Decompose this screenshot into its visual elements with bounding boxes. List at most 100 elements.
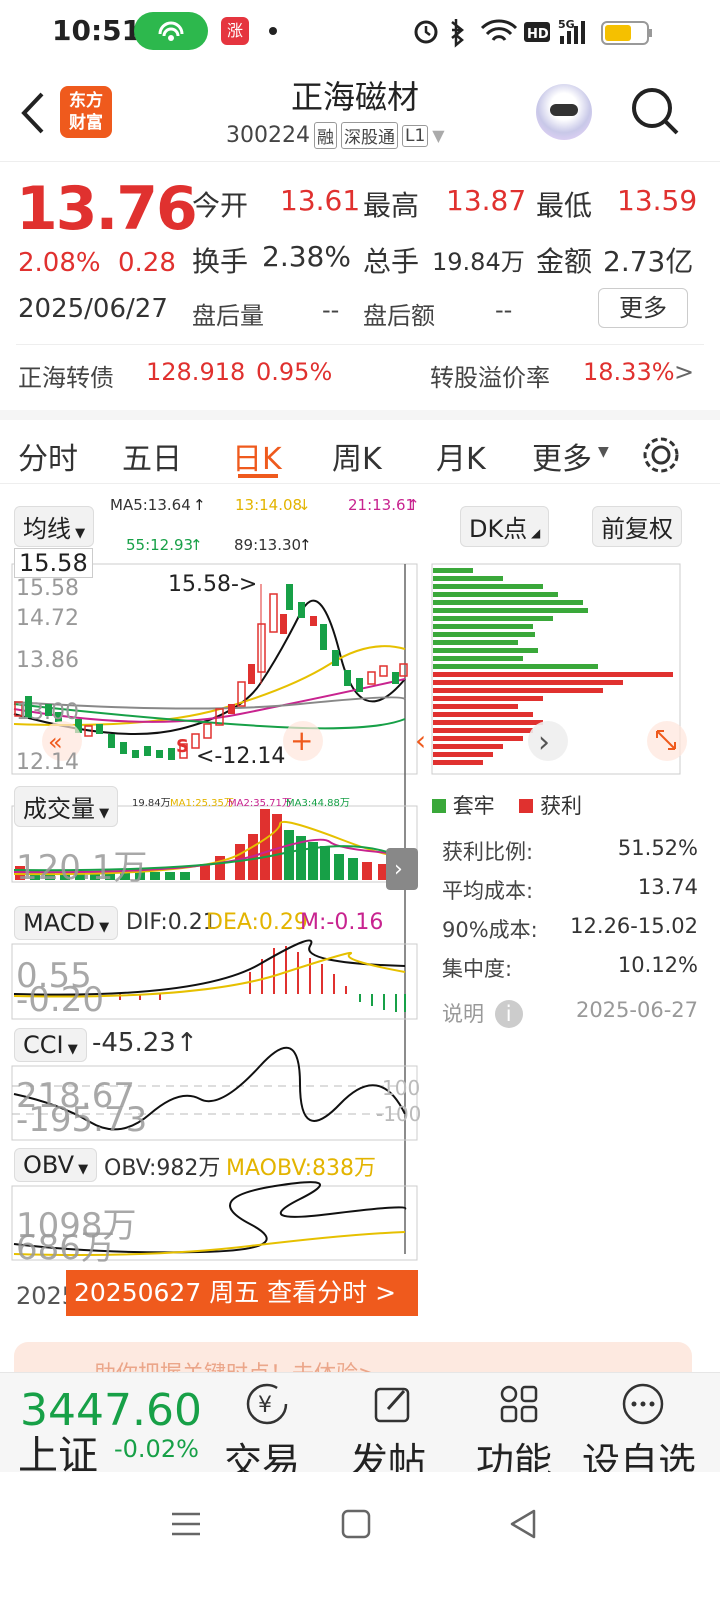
ma13-arrow: ↓ <box>298 496 311 514</box>
promo-banner[interactable]: 助你把握关键时点！去体验> <box>14 1342 692 1372</box>
macd-axis-bottom: -0.20 <box>16 980 104 1020</box>
high-value: 13.87 <box>446 184 527 217</box>
legend-trapped: 套牢 <box>452 794 495 818</box>
macd-select[interactable]: MACD ▼ <box>14 906 119 940</box>
bond-change: 0.95% <box>256 358 333 386</box>
bond-price: 128.918 <box>146 358 246 386</box>
open-value: 13.61 <box>280 184 361 217</box>
svg-text:‹: ‹ <box>415 724 426 757</box>
chip-value: 51.52% <box>617 836 698 860</box>
tab-monthly-k[interactable]: 月K <box>436 434 486 478</box>
volume-select[interactable]: 成交量 ▼ <box>14 786 119 827</box>
nav-add-watchlist[interactable]: 设自选 <box>580 1373 710 1472</box>
svg-text:+: + <box>290 724 313 757</box>
app-notification-icon: 涨 <box>221 17 249 45</box>
y-label-3: 13.86 <box>16 648 79 673</box>
info-icon: i <box>494 1000 523 1028</box>
tab-5day[interactable]: 五日 <box>122 434 182 478</box>
macd-m: M:-0.16 <box>300 910 384 935</box>
high-annotation: 15.58-> <box>168 572 258 597</box>
last-price: 13.76 <box>16 174 198 244</box>
chip-label: 平均成本: <box>442 879 534 903</box>
tab-intraday[interactable]: 分时 <box>18 434 78 478</box>
grid-icon <box>500 1385 538 1423</box>
trade-label: 交易 <box>224 1440 301 1472</box>
cci-100: 100 <box>382 1076 421 1100</box>
cci-value: -45.23 <box>92 1028 176 1058</box>
macd-dea: DEA:0.29 <box>206 910 308 935</box>
tab-underline <box>238 474 278 478</box>
turnover-label: 换手 <box>192 245 249 278</box>
back-icon[interactable] <box>16 90 48 136</box>
stock-code-row[interactable]: 300224 融 深股通 L1 ▼ <box>226 122 445 149</box>
stock-code: 300224 <box>226 123 310 148</box>
chip-value: 13.74 <box>637 875 698 899</box>
chip-row-90-cost: 90%成本: 12.26-15.02 <box>442 914 698 944</box>
ma5-label: MA5:13.64 <box>110 496 191 514</box>
nav-trade[interactable]: ¥ 交易 <box>222 1373 312 1472</box>
obv-select[interactable]: OBV ▼ <box>14 1148 98 1182</box>
ma5-arrow: ↑ <box>193 496 206 514</box>
ma21-label: 21:13.61 <box>348 496 416 514</box>
obv-select-label: OBV <box>23 1151 75 1179</box>
robot-avatar-icon[interactable] <box>536 84 592 140</box>
more-button[interactable]: 更多 <box>598 288 688 328</box>
chip-row-profit-ratio: 获利比例: 51.52% <box>442 836 698 866</box>
post-label: 发帖 <box>350 1440 427 1472</box>
svg-text:HD: HD <box>527 27 549 42</box>
maobv-value: MAOBV:838万 <box>226 1156 377 1181</box>
vol-ma2: MA2:35.71万 <box>228 798 292 809</box>
system-icons: HD 5G <box>414 18 652 48</box>
amount-value: 2.73亿 <box>603 245 694 278</box>
status-bar: 10:51 涨 HD 5G <box>0 0 720 62</box>
back-nav-icon[interactable] <box>506 1506 542 1542</box>
gear-icon[interactable] <box>640 434 682 476</box>
cci-minus100: -100 <box>376 1102 422 1126</box>
open-label: 今开 <box>192 189 249 222</box>
chip-value: 12.26-15.02 <box>570 914 698 938</box>
dk-point-select[interactable]: DK点 ◢ <box>460 506 550 547</box>
chip-row-concentration: 集中度: 10.12% <box>442 953 698 983</box>
menu-icon[interactable] <box>168 1506 204 1542</box>
ma55-label: 55:12.93 <box>126 536 194 554</box>
bottom-bar: 3447.60 上证 -0.02% ¥ 交易 发帖 功能 设自选 <box>0 1372 720 1472</box>
ma-select[interactable]: 均线 ▼ <box>14 506 95 547</box>
cci-select-label: CCI <box>23 1031 64 1059</box>
search-icon[interactable] <box>630 86 682 138</box>
y-label-1: 15.58 <box>16 576 79 601</box>
adjust-select[interactable]: 前复权 <box>592 506 682 547</box>
sell-mark: S <box>176 736 189 757</box>
index-name: 上证 <box>18 1433 98 1472</box>
cci-select[interactable]: CCI ▼ <box>14 1028 87 1062</box>
chip-label: 集中度: <box>442 957 513 981</box>
convertible-bond-row[interactable]: 正海转债 128.918 0.95% 转股溢价率 18.33% > <box>0 352 720 398</box>
dk-label: DK点 <box>469 515 528 543</box>
ma55-arrow: ↑ <box>190 536 203 554</box>
volume-select-label: 成交量 <box>23 795 95 823</box>
view-intraday-banner[interactable]: 20250627 周五 查看分时 > <box>66 1270 418 1316</box>
ma89-label: 89:13.30 <box>234 536 302 554</box>
period-tabs: 分时 五日 日K 周K 月K 更多 ▼ <box>0 410 720 484</box>
tab-more[interactable]: 更多 <box>532 434 592 478</box>
tab-weekly-k[interactable]: 周K <box>332 434 382 478</box>
index-ticker[interactable]: 3447.60 上证 -0.02% <box>0 1373 214 1472</box>
home-icon[interactable] <box>338 1506 374 1542</box>
svg-text:›: › <box>538 725 550 760</box>
nav-functions[interactable]: 功能 <box>474 1373 564 1472</box>
afterhours-amt-value: -- <box>495 296 513 324</box>
y-label-4: 13.00 <box>16 700 79 725</box>
tab-daily-k[interactable]: 日K <box>232 434 282 478</box>
ma21-arrow: ↑ <box>407 496 420 514</box>
stock-header: 东方 财富 正海磁材 300224 融 深股通 L1 ▼ <box>0 62 720 162</box>
change-percent: 2.08% <box>18 248 101 278</box>
dot-icon <box>269 27 277 35</box>
premium-label: 转股溢价率 <box>430 364 550 392</box>
turnover-value: 2.38% <box>262 240 351 273</box>
chip-label: 获利比例: <box>442 840 534 864</box>
index-change: -0.02% <box>114 1435 199 1463</box>
chip-value: 10.12% <box>617 953 698 977</box>
eastmoney-logo: 东方 财富 <box>60 86 112 138</box>
amount-label: 金额 <box>536 245 593 278</box>
nav-post[interactable]: 发帖 <box>348 1373 438 1472</box>
chip-note-row[interactable]: 说明 i 2025-06-27 <box>442 998 698 1028</box>
